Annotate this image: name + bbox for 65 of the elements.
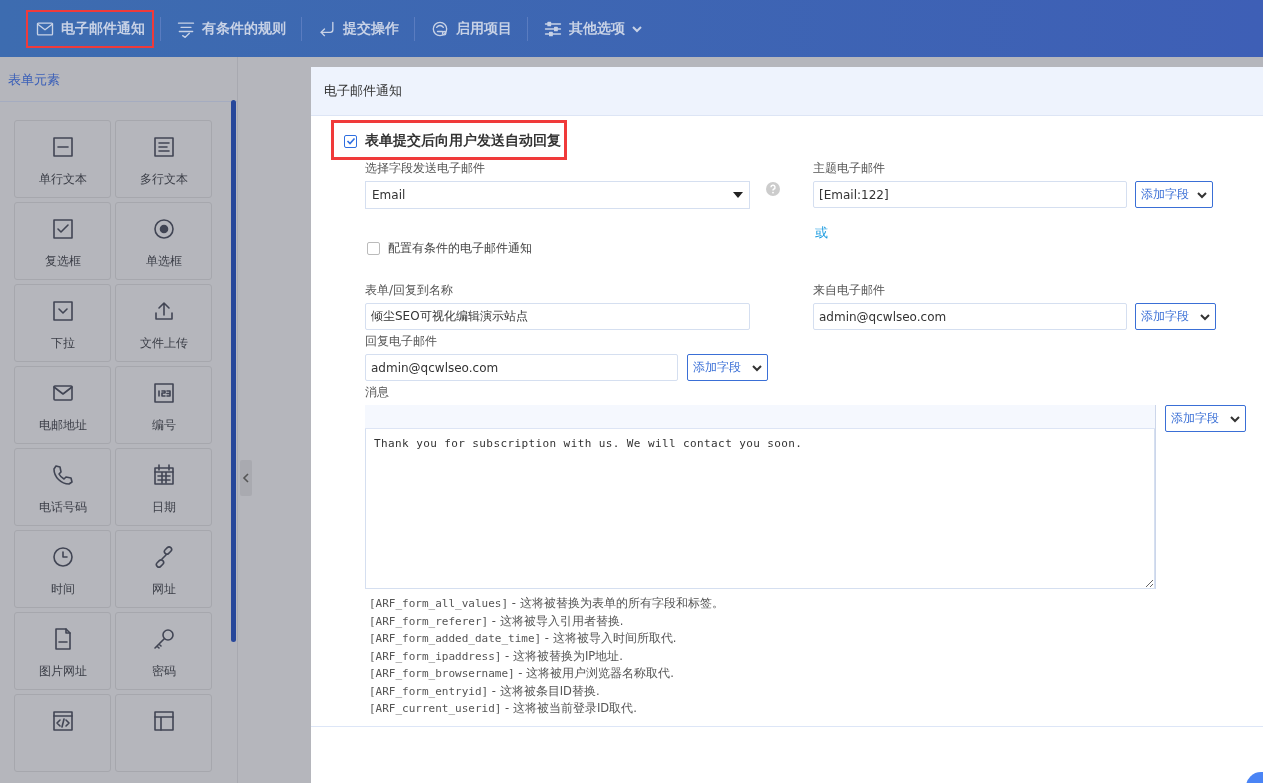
clock-icon bbox=[50, 545, 75, 569]
layout-icon bbox=[151, 709, 176, 733]
form-element-tile[interactable]: 网址 bbox=[115, 530, 212, 608]
conditional-checkbox[interactable]: 配置有条件的电子邮件通知 bbox=[367, 240, 532, 257]
field-label: 来自电子邮件 bbox=[813, 283, 886, 298]
add-field-button[interactable]: 添加字段 bbox=[687, 354, 768, 381]
toolbar-tab[interactable]: 电子邮件通知 bbox=[26, 9, 154, 48]
form-element-tile[interactable]: 电话号码 bbox=[14, 448, 111, 526]
toolbar-tab[interactable]: 提交操作 bbox=[308, 9, 408, 48]
from-email-field[interactable]: admin@qcwlseo.com bbox=[813, 303, 1127, 330]
phone-icon bbox=[50, 463, 75, 487]
auto-reply-checkbox[interactable]: 表单提交后向用户发送自动回复 bbox=[331, 120, 567, 160]
shortcode-description: [ARF_form_added_date_time] - 这将被导入时间所取代. bbox=[369, 630, 678, 647]
number-box-icon bbox=[151, 381, 176, 405]
form-element-tile[interactable]: 文件上传 bbox=[115, 284, 212, 362]
form-element-tile[interactable]: 电邮地址 bbox=[14, 366, 111, 444]
from-name-field[interactable]: 倾尘SEO可视化编辑演示站点 bbox=[365, 303, 750, 330]
toolbar-tab[interactable]: 其他选项 bbox=[534, 9, 652, 48]
field-label: 表单/回复到名称 bbox=[365, 283, 455, 298]
code-window-icon bbox=[50, 709, 75, 733]
dialog-title: 电子邮件通知 bbox=[324, 82, 402, 100]
key-icon bbox=[151, 627, 176, 651]
form-element-tile[interactable] bbox=[14, 694, 111, 772]
toolbar-tab[interactable]: 有条件的规则 bbox=[167, 9, 295, 48]
sidebar-title: 表单元素 bbox=[0, 57, 237, 102]
chevron-left-icon bbox=[242, 473, 250, 483]
add-field-button[interactable]: 添加字段 bbox=[1135, 303, 1216, 330]
shortcode-description: [ARF_form_all_values] - 这将被替换为表单的所有字段和标签。 bbox=[369, 595, 725, 612]
form-element-tile[interactable] bbox=[115, 694, 212, 772]
field-label: 消息 bbox=[365, 385, 390, 400]
or-separator: 或 bbox=[815, 225, 829, 240]
form-element-tile[interactable]: 单行文本 bbox=[14, 120, 111, 198]
form-element-tile[interactable]: 密码 bbox=[115, 612, 212, 690]
reply-to-field[interactable]: admin@qcwlseo.com bbox=[365, 354, 678, 381]
field-label: 回复电子邮件 bbox=[365, 334, 438, 349]
add-field-button[interactable]: 添加字段 bbox=[1135, 181, 1213, 208]
form-element-tile[interactable]: 多行文本 bbox=[115, 120, 212, 198]
collapse-handle[interactable] bbox=[240, 460, 252, 496]
add-field-button[interactable]: 添加字段 bbox=[1165, 405, 1246, 432]
scrollbar[interactable] bbox=[231, 100, 236, 642]
form-element-tile[interactable]: 单选框 bbox=[115, 202, 212, 280]
subject-field[interactable]: [Email:122] bbox=[813, 181, 1127, 208]
toolbar-tab[interactable]: 启用项目 bbox=[421, 9, 521, 48]
email-field-select[interactable]: Email bbox=[365, 181, 750, 209]
help-icon[interactable] bbox=[766, 182, 780, 196]
form-element-tile[interactable]: 复选框 bbox=[14, 202, 111, 280]
radio-icon bbox=[151, 217, 176, 241]
multiline-icon bbox=[151, 135, 176, 159]
field-label: 选择字段发送电子邮件 bbox=[365, 161, 486, 176]
shortcode-description: [ARF_current_userid] - 这将被当前登录ID取代. bbox=[369, 700, 638, 717]
dropdown-icon bbox=[50, 299, 75, 323]
form-element-tile[interactable]: 时间 bbox=[14, 530, 111, 608]
shortcode-description: [ARF_form_referer] - 这将被导入引用者替换. bbox=[369, 612, 625, 630]
dropdown-arrow-icon bbox=[733, 192, 743, 198]
field-label: 主题电子邮件 bbox=[813, 161, 886, 176]
form-element-tile[interactable]: 编号 bbox=[115, 366, 212, 444]
checkbox-icon bbox=[50, 217, 75, 241]
checkmark-icon bbox=[345, 136, 356, 146]
form-element-tile[interactable]: 图片网址 bbox=[14, 612, 111, 690]
form-element-tile[interactable]: 下拉 bbox=[14, 284, 111, 362]
shortcode-description: [ARF_form_browsername] - 这将被用户浏览器名称取代. bbox=[369, 665, 675, 682]
calendar-icon bbox=[151, 463, 176, 487]
shortcode-description: [ARF_form_ipaddress] - 这将被替换为IP地址. bbox=[369, 647, 624, 665]
form-element-tile[interactable]: 日期 bbox=[115, 448, 212, 526]
shortcode-description: [ARF_form_entryid] - 这将被条目ID替换. bbox=[369, 682, 601, 700]
